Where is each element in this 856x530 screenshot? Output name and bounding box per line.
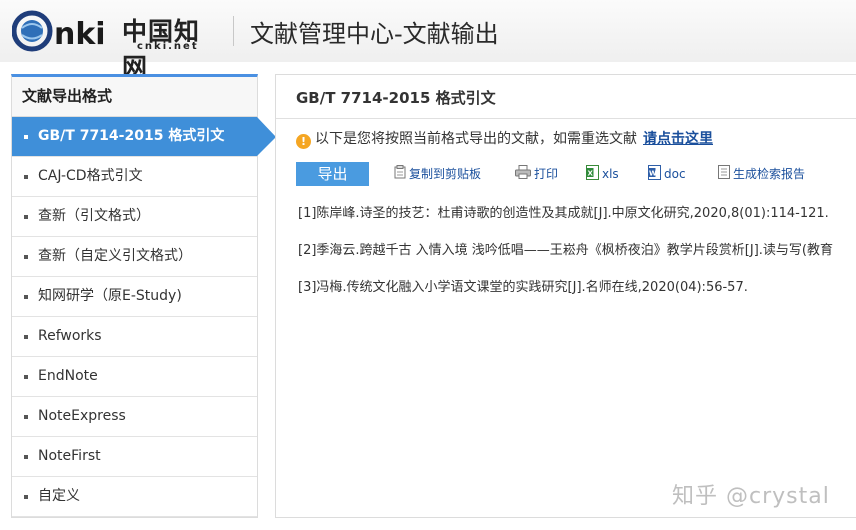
bullet-icon xyxy=(24,495,28,499)
format-title: GB/T 7714-2015 格式引文 xyxy=(296,89,496,107)
print-label: 打印 xyxy=(534,167,559,181)
sidebar-item-label: 知网研学（原E-Study) xyxy=(38,288,182,304)
sidebar-item-label: NoteExpress xyxy=(38,408,126,424)
cnki-logo[interactable]: nki 中国知网 cnki.net xyxy=(12,8,212,82)
word-file-icon: W xyxy=(648,165,661,183)
sidebar-title: 文献导出格式 xyxy=(12,77,257,117)
svg-text:nki: nki xyxy=(54,17,106,52)
page-title: 文献管理中心-文献输出 xyxy=(250,20,499,48)
warning-icon: ! xyxy=(296,134,311,149)
top-header: nki 中国知网 cnki.net 文献管理中心-文献输出 xyxy=(0,0,856,82)
generate-report-button[interactable]: 生成检索报告 xyxy=(718,165,805,182)
reference-item: [3]冯梅.传统文化融入小学语文课堂的实践研究[J].名师在线,2020(04)… xyxy=(298,280,748,295)
bullet-icon xyxy=(24,135,28,139)
bullet-icon xyxy=(24,335,28,339)
sidebar-item-label: 查新（自定义引文格式） xyxy=(38,248,192,264)
bullet-icon xyxy=(24,295,28,299)
sidebar-item-custom[interactable]: 自定义 xyxy=(12,477,257,517)
bullet-icon xyxy=(24,175,28,179)
sidebar-item-notefirst[interactable]: NoteFirst xyxy=(12,437,257,477)
export-main-panel: GB/T 7714-2015 格式引文 ! 以下是您将按照当前格式导出的文献，如需… xyxy=(275,74,856,518)
sidebar-item-label: 自定义 xyxy=(38,488,80,504)
copy-to-clipboard-button[interactable]: 复制到剪贴板 xyxy=(394,165,481,182)
export-doc-button[interactable]: W doc xyxy=(648,165,686,183)
sidebar-item-refworks[interactable]: Refworks xyxy=(12,317,257,357)
bullet-icon xyxy=(24,415,28,419)
logo-domain: cnki.net xyxy=(137,41,199,52)
reselect-link[interactable]: 请点击这里 xyxy=(643,131,713,147)
bullet-icon xyxy=(24,375,28,379)
title-divider xyxy=(276,118,856,119)
bullet-icon xyxy=(24,455,28,459)
watermark: 知乎 @crystal xyxy=(672,484,830,509)
svg-text:W: W xyxy=(649,170,657,178)
export-button[interactable]: 导出 xyxy=(296,162,369,186)
sidebar-item-gbt7714[interactable]: GB/T 7714-2015 格式引文 xyxy=(12,117,276,157)
cnki-logo-mark: nki xyxy=(12,10,106,52)
export-xls-button[interactable]: X xls xyxy=(586,165,619,183)
export-format-sidebar: 文献导出格式 GB/T 7714-2015 格式引文 CAJ-CD格式引文 查新… xyxy=(11,74,276,518)
excel-file-icon: X xyxy=(586,165,599,183)
sidebar-item-label: Refworks xyxy=(38,328,102,344)
notice-text: 以下是您将按照当前格式导出的文献，如需重选文献 xyxy=(315,131,637,147)
sidebar-item-estudy[interactable]: 知网研学（原E-Study) xyxy=(12,277,257,317)
sidebar-item-label: GB/T 7714-2015 格式引文 xyxy=(38,128,225,144)
report-label: 生成检索报告 xyxy=(733,167,806,181)
sidebar-item-label: 查新（引文格式） xyxy=(38,208,150,224)
clipboard-icon xyxy=(394,165,406,182)
sidebar-item-label: EndNote xyxy=(38,368,98,384)
sidebar-item-label: CAJ-CD格式引文 xyxy=(38,168,143,184)
bullet-icon xyxy=(24,255,28,259)
xls-label: xls xyxy=(602,167,619,181)
report-icon xyxy=(718,165,730,182)
sidebar-item-noteexpress[interactable]: NoteExpress xyxy=(12,397,257,437)
bullet-icon xyxy=(24,215,28,219)
sidebar-item-label: NoteFirst xyxy=(38,448,101,464)
sidebar-item-caj-cd[interactable]: CAJ-CD格式引文 xyxy=(12,157,257,197)
printer-icon xyxy=(515,165,531,182)
sidebar-item-chaxin[interactable]: 查新（引文格式） xyxy=(12,197,257,237)
copy-label: 复制到剪贴板 xyxy=(409,167,482,181)
sidebar-item-chaxin-custom[interactable]: 查新（自定义引文格式） xyxy=(12,237,257,277)
notice-line: ! 以下是您将按照当前格式导出的文献，如需重选文献 请点击这里 xyxy=(296,128,713,149)
reference-item: [2]季海云.跨越千古 入情入境 浅吟低唱——王崧舟《枫桥夜泊》教学片段赏析[J… xyxy=(298,243,833,258)
header-divider xyxy=(233,16,234,46)
print-button[interactable]: 打印 xyxy=(515,165,558,182)
svg-text:X: X xyxy=(588,170,594,178)
doc-label: doc xyxy=(664,167,686,181)
reference-item: [1]陈岸峰.诗圣的技艺：杜甫诗歌的创造性及其成就[J].中原文化研究,2020… xyxy=(298,206,829,221)
sidebar-item-endnote[interactable]: EndNote xyxy=(12,357,257,397)
